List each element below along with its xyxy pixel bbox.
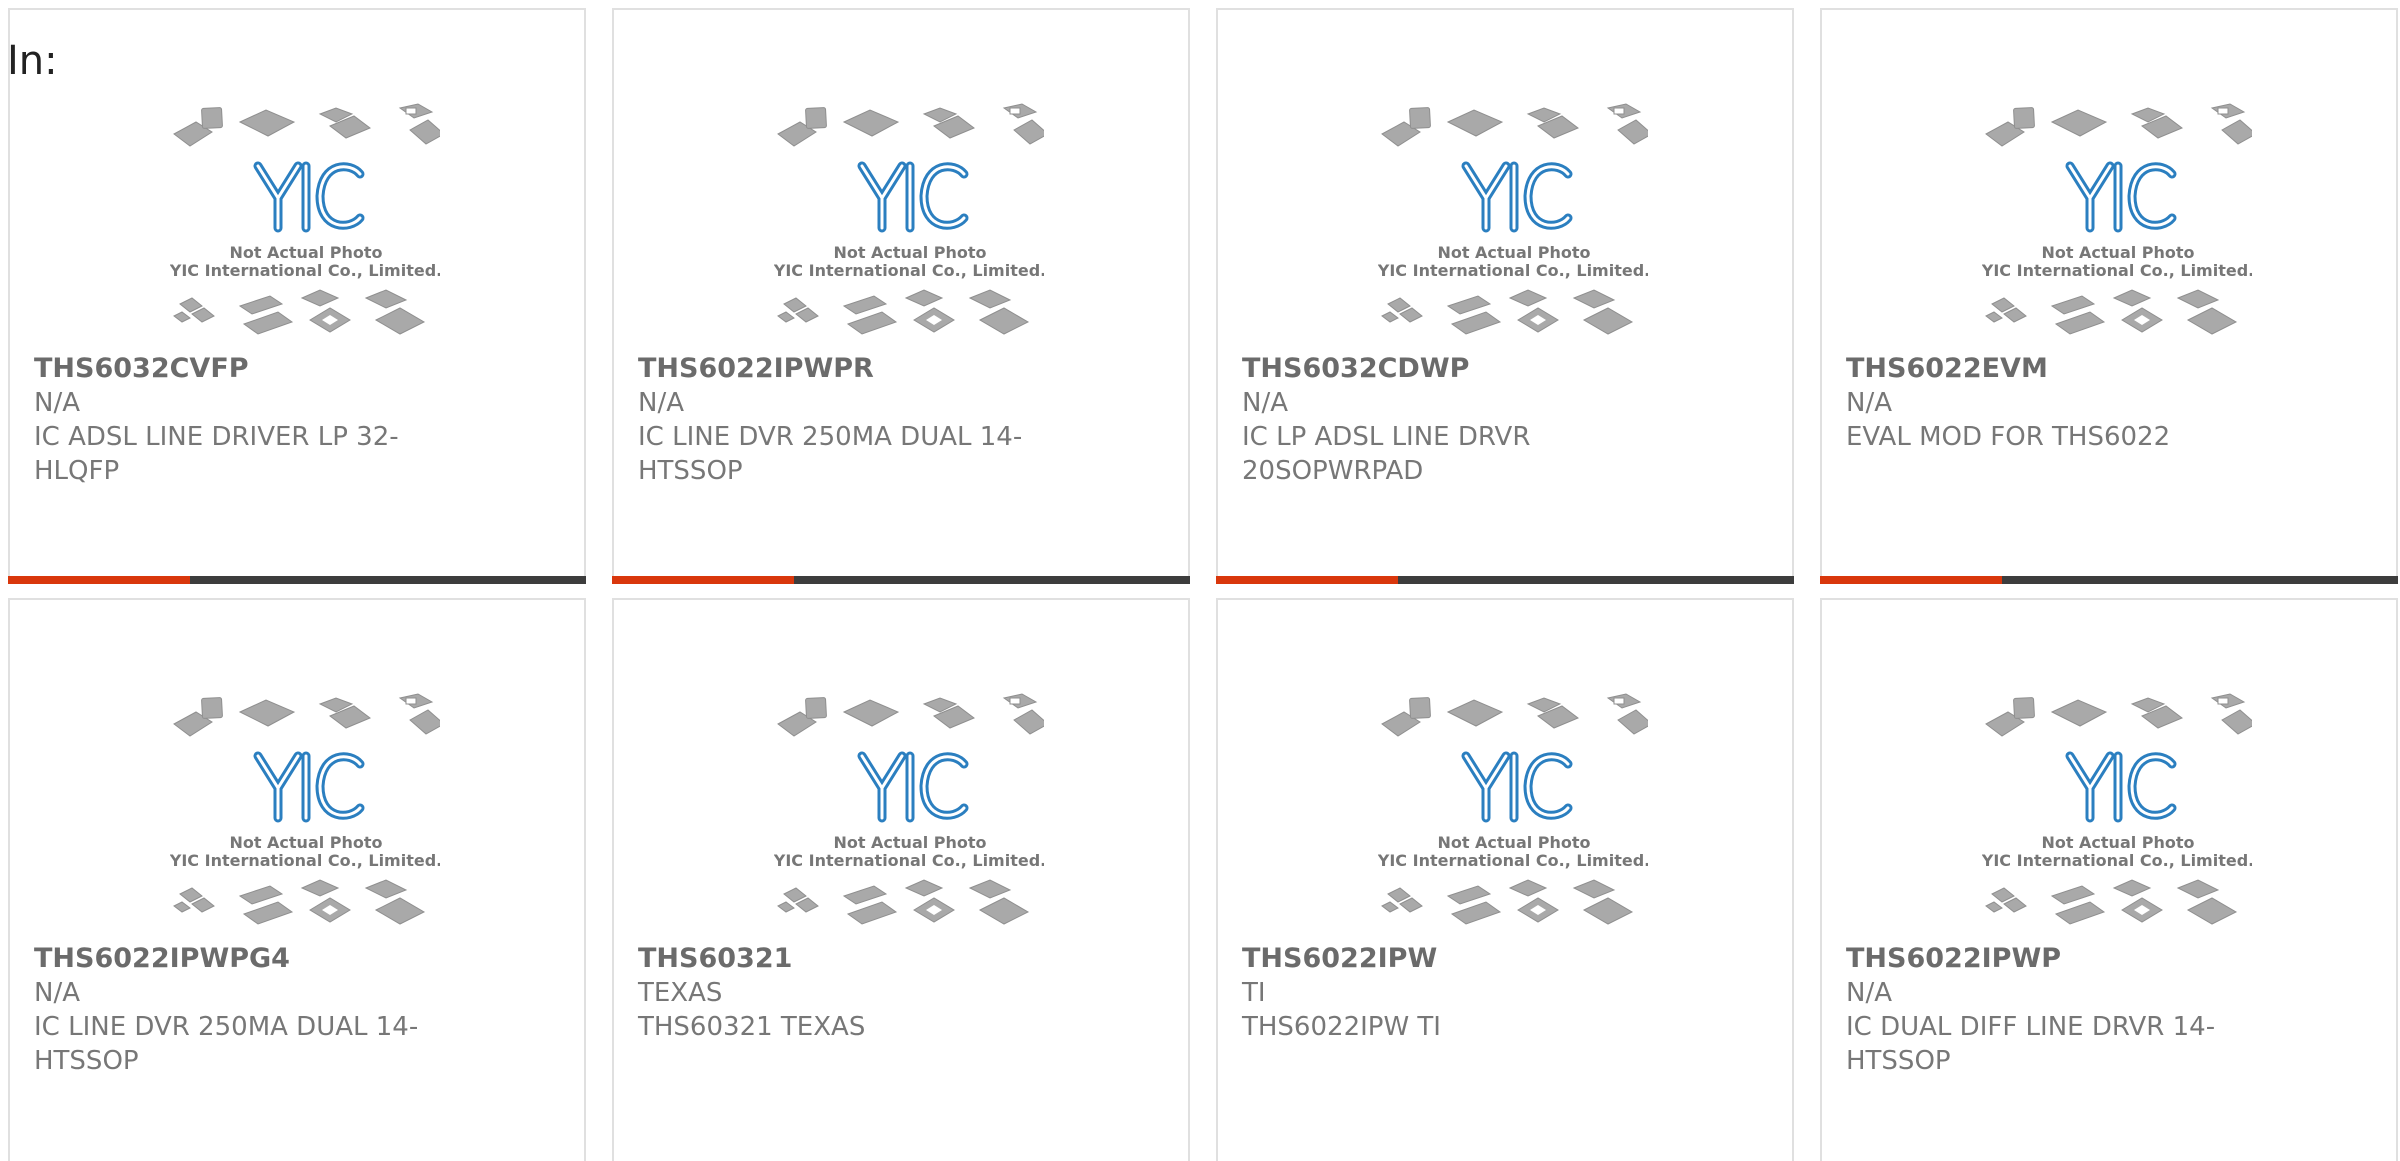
part-number[interactable]: THS6032CVFP bbox=[34, 352, 454, 386]
product-info: THS60321 TEXAS THS60321 TEXAS bbox=[638, 942, 1058, 1044]
product-card[interactable]: Not Actual Photo YIC International Co., … bbox=[612, 8, 1190, 584]
product-photo: Not Actual Photo YIC International Co., … bbox=[1982, 690, 2252, 940]
photo-caption-line1: Not Actual Photo bbox=[833, 833, 986, 852]
photo-caption-line2: YIC International Co., Limited. bbox=[774, 261, 1044, 280]
description: THS6022IPW TI bbox=[1242, 1012, 1441, 1042]
product-card[interactable]: Not Actual Photo YIC International Co., … bbox=[1820, 8, 2398, 584]
part-number[interactable]: THS6032CDWP bbox=[1242, 352, 1662, 386]
manufacturer: N/A bbox=[34, 978, 80, 1008]
product-info: THS6022EVM N/A EVAL MOD FOR THS6022 bbox=[1846, 352, 2266, 454]
product-photo: Not Actual Photo YIC International Co., … bbox=[1378, 100, 1648, 350]
search-in-label: In: bbox=[7, 38, 58, 84]
part-number[interactable]: THS60321 bbox=[638, 942, 1058, 976]
part-number[interactable]: THS6022EVM bbox=[1846, 352, 2266, 386]
chip-placeholder-icon: Not Actual Photo YIC International Co., … bbox=[774, 103, 1044, 335]
product-info: THS6022IPW TI THS6022IPW TI bbox=[1242, 942, 1662, 1044]
manufacturer: TI bbox=[1242, 978, 1266, 1008]
product-card[interactable]: Not Actual Photo YIC International Co., … bbox=[1216, 598, 1794, 1161]
manufacturer: N/A bbox=[1846, 978, 1892, 1008]
description: IC DUAL DIFF LINE DRVR 14-HTSSOP bbox=[1846, 1012, 2216, 1076]
part-number[interactable]: THS6022IPWP bbox=[1846, 942, 2266, 976]
product-info: THS6022IPWP N/A IC DUAL DIFF LINE DRVR 1… bbox=[1846, 942, 2266, 1078]
description: IC LP ADSL LINE DRVR 20SOPWRPAD bbox=[1242, 422, 1531, 486]
card-bottom-bar bbox=[8, 576, 586, 584]
product-info: THS6022IPWPR N/A IC LINE DVR 250MA DUAL … bbox=[638, 352, 1058, 488]
photo-caption-line1: Not Actual Photo bbox=[2041, 243, 2194, 262]
part-number[interactable]: THS6022IPW bbox=[1242, 942, 1662, 976]
chip-placeholder-icon: Not Actual Photo YIC International Co., … bbox=[170, 693, 440, 925]
photo-caption-line2: YIC International Co., Limited. bbox=[1378, 261, 1648, 280]
product-info: THS6032CDWP N/A IC LP ADSL LINE DRVR 20S… bbox=[1242, 352, 1662, 488]
description: IC ADSL LINE DRIVER LP 32-HLQFP bbox=[34, 422, 399, 486]
card-bottom-bar bbox=[1216, 576, 1794, 584]
product-photo: Not Actual Photo YIC International Co., … bbox=[1378, 690, 1648, 940]
photo-caption-line2: YIC International Co., Limited. bbox=[1982, 261, 2252, 280]
manufacturer: N/A bbox=[1846, 388, 1892, 418]
product-info: THS6022IPWPG4 N/A IC LINE DVR 250MA DUAL… bbox=[34, 942, 454, 1078]
description: IC LINE DVR 250MA DUAL 14-HTSSOP bbox=[34, 1012, 419, 1076]
product-card[interactable]: Not Actual Photo YIC International Co., … bbox=[1216, 8, 1794, 584]
chip-placeholder-icon: Not Actual Photo YIC International Co., … bbox=[1982, 103, 2252, 335]
product-photo: Not Actual Photo YIC International Co., … bbox=[774, 100, 1044, 350]
description: EVAL MOD FOR THS6022 bbox=[1846, 422, 2171, 452]
card-bar-accent bbox=[1216, 576, 1399, 584]
description: THS60321 TEXAS bbox=[638, 1012, 866, 1042]
manufacturer: N/A bbox=[1242, 388, 1288, 418]
card-bar-accent bbox=[8, 576, 191, 584]
photo-caption-line2: YIC International Co., Limited. bbox=[1982, 851, 2252, 870]
product-card[interactable]: Not Actual Photo YIC International Co., … bbox=[612, 598, 1190, 1161]
product-photo: Not Actual Photo YIC International Co., … bbox=[1982, 100, 2252, 350]
photo-caption-line1: Not Actual Photo bbox=[1437, 243, 1590, 262]
manufacturer: N/A bbox=[638, 388, 684, 418]
chip-placeholder-icon: Not Actual Photo YIC International Co., … bbox=[1378, 103, 1648, 335]
manufacturer: TEXAS bbox=[638, 978, 723, 1008]
photo-caption-line1: Not Actual Photo bbox=[229, 243, 382, 262]
photo-caption-line2: YIC International Co., Limited. bbox=[170, 851, 440, 870]
photo-caption-line2: YIC International Co., Limited. bbox=[774, 851, 1044, 870]
photo-caption-line1: Not Actual Photo bbox=[833, 243, 986, 262]
part-number[interactable]: THS6022IPWPG4 bbox=[34, 942, 454, 976]
product-photo: Not Actual Photo YIC International Co., … bbox=[170, 100, 440, 350]
card-bar-accent bbox=[1820, 576, 2003, 584]
chip-placeholder-icon: Not Actual Photo YIC International Co., … bbox=[1982, 693, 2252, 925]
photo-caption-line2: YIC International Co., Limited. bbox=[1378, 851, 1648, 870]
product-photo: Not Actual Photo YIC International Co., … bbox=[170, 690, 440, 940]
card-bottom-bar bbox=[1820, 576, 2398, 584]
chip-placeholder-icon: Not Actual Photo YIC International Co., … bbox=[170, 103, 440, 335]
description: IC LINE DVR 250MA DUAL 14-HTSSOP bbox=[638, 422, 1023, 486]
chip-placeholder-icon: Not Actual Photo YIC International Co., … bbox=[774, 693, 1044, 925]
card-bar-accent bbox=[612, 576, 795, 584]
chip-placeholder-icon: Not Actual Photo YIC International Co., … bbox=[1378, 693, 1648, 925]
product-info: THS6032CVFP N/A IC ADSL LINE DRIVER LP 3… bbox=[34, 352, 454, 488]
product-photo: Not Actual Photo YIC International Co., … bbox=[774, 690, 1044, 940]
product-grid: Not Actual Photo YIC International Co., … bbox=[8, 8, 2400, 1161]
photo-caption-line1: Not Actual Photo bbox=[1437, 833, 1590, 852]
photo-caption-line1: Not Actual Photo bbox=[2041, 833, 2194, 852]
photo-caption-line1: Not Actual Photo bbox=[229, 833, 382, 852]
results-page: In: Not Actual Photo YIC International C… bbox=[0, 0, 2400, 1161]
photo-caption-line2: YIC International Co., Limited. bbox=[170, 261, 440, 280]
product-card[interactable]: Not Actual Photo YIC International Co., … bbox=[1820, 598, 2398, 1161]
part-number[interactable]: THS6022IPWPR bbox=[638, 352, 1058, 386]
product-card[interactable]: Not Actual Photo YIC International Co., … bbox=[8, 598, 586, 1161]
card-bottom-bar bbox=[612, 576, 1190, 584]
manufacturer: N/A bbox=[34, 388, 80, 418]
product-card[interactable]: Not Actual Photo YIC International Co., … bbox=[8, 8, 586, 584]
